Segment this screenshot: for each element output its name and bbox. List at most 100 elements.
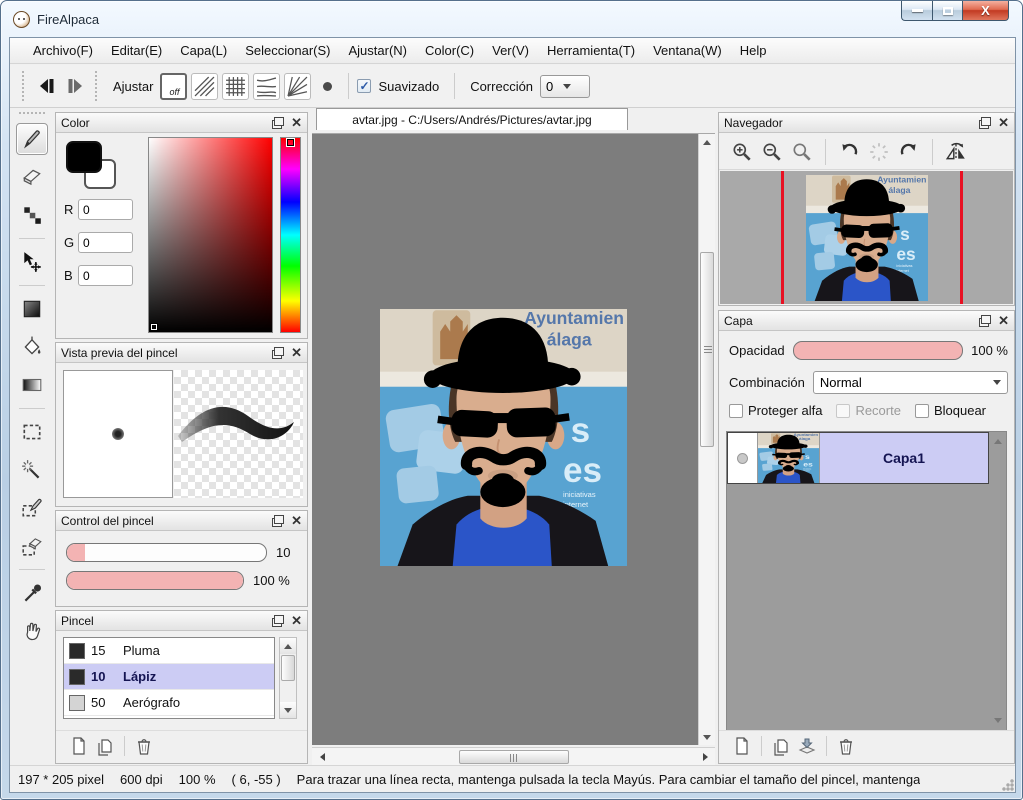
- brush-size-slider[interactable]: [66, 543, 267, 562]
- float-panel-icon[interactable]: [272, 615, 284, 627]
- close-panel-icon[interactable]: ✕: [291, 514, 302, 527]
- undo-button[interactable]: [33, 72, 61, 100]
- close-panel-icon[interactable]: ✕: [998, 116, 1009, 129]
- vscroll-thumb[interactable]: [700, 252, 714, 447]
- tool-move[interactable]: [16, 246, 48, 278]
- blue-input[interactable]: [78, 265, 133, 286]
- layer-scroll-down[interactable]: [991, 714, 1004, 727]
- zoom-in-button[interactable]: [727, 138, 757, 166]
- zoom-reset-button[interactable]: [787, 138, 817, 166]
- restore-button[interactable]: [932, 1, 962, 21]
- tool-eraser[interactable]: [16, 161, 48, 193]
- canvas-image[interactable]: Ayuntamien álaga s es iniciativas intern…: [380, 309, 627, 566]
- scroll-down-button[interactable]: [699, 729, 715, 745]
- float-panel-icon[interactable]: [979, 117, 991, 129]
- rotate-left-button[interactable]: [834, 138, 864, 166]
- opacity-slider[interactable]: [793, 341, 963, 360]
- menu-ver[interactable]: Ver(V): [483, 39, 538, 62]
- tool-magic-wand[interactable]: [16, 454, 48, 486]
- close-panel-icon[interactable]: ✕: [291, 614, 302, 627]
- clipping-checkbox[interactable]: [836, 404, 850, 418]
- toolbar-grip[interactable]: [22, 71, 27, 101]
- brush-opacity-slider[interactable]: [66, 571, 244, 590]
- snap-parallel-button[interactable]: [191, 73, 218, 100]
- zoom-out-button[interactable]: [757, 138, 787, 166]
- menu-herramienta[interactable]: Herramienta(T): [538, 39, 644, 62]
- toolstrip-grip[interactable]: [19, 112, 45, 114]
- snap-radial-button[interactable]: [284, 73, 311, 100]
- redo-button[interactable]: [61, 72, 89, 100]
- resize-grip[interactable]: [1001, 778, 1014, 791]
- toolbar-grip-2[interactable]: [95, 71, 100, 101]
- canvas[interactable]: Ayuntamien álaga s es iniciativas intern…: [312, 134, 698, 745]
- layer-visibility-cell[interactable]: [728, 433, 758, 483]
- navigator-view[interactable]: Ayuntamien álaga s es iniciativas intern…: [720, 171, 1013, 304]
- close-panel-icon[interactable]: ✕: [291, 116, 302, 129]
- delete-layer-button[interactable]: [833, 733, 859, 759]
- menu-seleccionar[interactable]: Seleccionar(S): [236, 39, 339, 62]
- float-panel-icon[interactable]: [272, 515, 284, 527]
- document-tab[interactable]: avtar.jpg - C:/Users/Andrés/Pictures/avt…: [316, 108, 628, 130]
- brush-row-partial[interactable]: [64, 716, 274, 719]
- correccion-dropdown[interactable]: 0: [540, 75, 590, 98]
- layer-row-capa1[interactable]: Ayuntamien álaga s es iniciativas intern…: [727, 432, 989, 484]
- float-panel-icon[interactable]: [272, 117, 284, 129]
- snap-converge-button[interactable]: [253, 73, 280, 100]
- green-input[interactable]: [78, 232, 133, 253]
- brush-row-lapiz[interactable]: 10 Lápiz: [64, 664, 274, 690]
- delete-brush-button[interactable]: [131, 733, 157, 759]
- canvas-hscrollbar[interactable]: [312, 747, 715, 765]
- tool-gradient[interactable]: [16, 369, 48, 401]
- menu-ventana[interactable]: Ventana(W): [644, 39, 731, 62]
- duplicate-brush-button[interactable]: [92, 733, 118, 759]
- title-bar[interactable]: FireAlpaca: [1, 1, 1022, 37]
- tool-eyedropper[interactable]: [16, 577, 48, 609]
- brush-list-scrollbar[interactable]: [279, 637, 297, 719]
- saturation-value-picker[interactable]: [148, 137, 273, 333]
- scroll-up-button[interactable]: [699, 134, 715, 150]
- tool-paint-bucket[interactable]: [16, 331, 48, 363]
- hscroll-thumb[interactable]: [459, 750, 569, 764]
- flip-horizontal-button[interactable]: [941, 138, 971, 166]
- scroll-thumb[interactable]: [281, 655, 295, 681]
- tool-fill-square[interactable]: [16, 293, 48, 325]
- scroll-right-button[interactable]: [697, 750, 713, 764]
- lock-checkbox[interactable]: [915, 404, 929, 418]
- tool-select-rectangle[interactable]: [16, 416, 48, 448]
- rotate-right-button[interactable]: [894, 138, 924, 166]
- menu-color[interactable]: Color(C): [416, 39, 483, 62]
- tool-select-pen[interactable]: [16, 492, 48, 524]
- new-layer-button[interactable]: [729, 733, 755, 759]
- tool-hand[interactable]: [16, 615, 48, 647]
- menu-archivo[interactable]: Archivo(F): [24, 39, 102, 62]
- tool-dot[interactable]: [16, 199, 48, 231]
- close-panel-icon[interactable]: ✕: [998, 314, 1009, 327]
- scroll-left-button[interactable]: [314, 750, 330, 764]
- new-brush-button[interactable]: [66, 733, 92, 759]
- merge-down-button[interactable]: [794, 733, 820, 759]
- snap-grid-button[interactable]: [222, 73, 249, 100]
- layer-scroll-up[interactable]: [991, 435, 1004, 448]
- menu-capa[interactable]: Capa(L): [171, 39, 236, 62]
- float-panel-icon[interactable]: [272, 347, 284, 359]
- duplicate-layer-button[interactable]: [768, 733, 794, 759]
- close-panel-icon[interactable]: ✕: [291, 346, 302, 359]
- scroll-up-button[interactable]: [280, 638, 296, 654]
- blend-dropdown[interactable]: Normal: [813, 371, 1008, 394]
- menu-editar[interactable]: Editar(E): [102, 39, 171, 62]
- menu-ajustar[interactable]: Ajustar(N): [339, 39, 416, 62]
- snap-off-button[interactable]: off: [160, 73, 187, 100]
- canvas-vscrollbar[interactable]: [698, 134, 715, 745]
- protect-alpha-checkbox[interactable]: [729, 404, 743, 418]
- brush-row-aerografo[interactable]: 50 Aerógrafo: [64, 690, 274, 716]
- tool-select-eraser[interactable]: [16, 530, 48, 562]
- minimize-button[interactable]: [901, 1, 932, 21]
- suavizado-checkbox[interactable]: ✓: [357, 79, 371, 93]
- brush-row-pluma[interactable]: 15 Pluma: [64, 638, 274, 664]
- float-panel-icon[interactable]: [979, 315, 991, 327]
- red-input[interactable]: [78, 199, 133, 220]
- snap-vanishing-point-dot-icon[interactable]: [323, 82, 332, 91]
- close-button[interactable]: X: [962, 1, 1009, 21]
- scroll-down-button[interactable]: [280, 702, 296, 718]
- foreground-color-swatch[interactable]: [66, 141, 102, 173]
